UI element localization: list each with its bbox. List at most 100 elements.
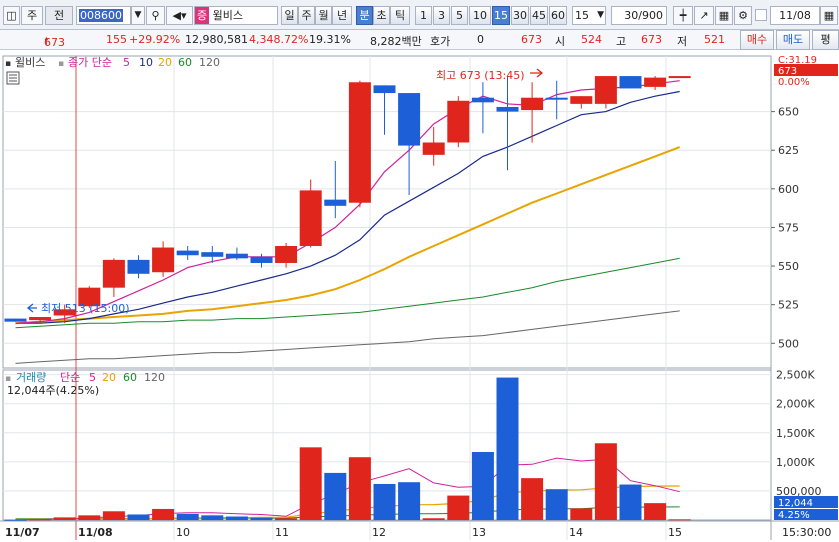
volume-legend-ma60: 60 [123,371,137,384]
period-week[interactable]: 주 [298,6,315,25]
interval-60[interactable]: 60 [549,6,567,25]
grid-icon[interactable]: ▦ [715,6,733,25]
type-select[interactable]: 주 [21,6,43,25]
candle-body [152,247,175,273]
price-tick-label: 625 [778,144,799,157]
volume-ratio: 4,348.72% [249,33,309,46]
candle-body [176,250,199,256]
volume-bar [225,516,248,520]
buy-button[interactable]: 매수 [740,30,774,50]
legend-ma120: 120 [199,56,220,69]
price-change: 155 [106,33,127,46]
volume-bar [102,511,125,520]
volume-bar [373,483,396,520]
interval-10[interactable]: 10 [469,6,491,25]
volume-legend-ma20: 20 [102,371,116,384]
calendar-icon[interactable]: ▦ [820,6,838,25]
volume-tick-label: 1,000K [776,456,815,469]
volume-legend-icon: ▪ [5,374,11,384]
gear-icon[interactable]: ⚙ [734,6,752,25]
code-dropdown-icon[interactable]: ▼ [131,6,145,25]
period-second[interactable]: 초 [373,6,390,25]
legend-ma20: 20 [158,56,172,69]
volume-bar [250,517,273,520]
candle-style-icon[interactable]: ┿ [673,6,693,25]
candle-body [619,76,642,89]
period-year[interactable]: 년 [332,6,352,25]
low-annotation: 최저 513 (15:00) [41,302,130,315]
volume-legend-prefix: 단순 [60,371,80,384]
legend-ma-prefix: 종가 단순 [68,56,112,69]
volume-bar [78,515,101,520]
period-day[interactable]: 일 [281,6,298,25]
volume-bar [29,519,52,521]
price-change-pct: +29.92% [129,33,181,46]
time-tick-label: 15 [668,526,682,539]
high-value: 673 [641,33,662,46]
candle-body [496,106,519,112]
stock-code-input[interactable]: 008600 [76,6,131,25]
volume-tag: 12,044 [778,498,813,509]
low-label: 저 [677,35,688,48]
interval-30[interactable]: 30 [511,6,529,25]
interval-1[interactable]: 1 [415,6,432,25]
volume-bar [521,478,544,520]
interval-45[interactable]: 45 [530,6,548,25]
candle-body [644,77,667,87]
interval-15[interactable]: 15 [492,6,510,25]
chart-menu-icon[interactable]: ▪ [5,59,11,69]
interval-select[interactable]: 15 ▼ [572,6,606,25]
volume-bar [398,482,421,520]
stock-name: 윌비스 [212,9,243,22]
candle-body [225,253,248,259]
interval-3[interactable]: 3 [433,6,450,25]
volume-legend-ma120: 120 [144,371,165,384]
speaker-icon[interactable]: ◀▾ [166,6,193,25]
open-label: 시 [555,35,566,48]
candle-body [275,245,298,263]
price-tick-label: 500 [778,337,799,350]
period-minute[interactable]: 분 [356,6,373,25]
time-tick-label: 10 [176,526,190,539]
low-value: 521 [704,33,725,46]
sell-button[interactable]: 매도 [776,30,810,50]
date-checkbox[interactable] [755,9,767,21]
count-field[interactable]: 30/900 [611,6,667,25]
candle-body [668,76,691,79]
volume-bar [4,519,27,521]
volume-bar [275,518,298,520]
volume-bar [644,503,667,520]
draw-tool-icon[interactable]: ↗ [694,6,714,25]
stock-name-field[interactable]: 증 윌비스 [194,6,278,25]
time-tick-label: 13 [472,526,486,539]
price-chart[interactable]: 650 625 600 575 550 525 500 2,500K 2,000K 1,500K 1… [0,51,839,542]
prev-button[interactable]: 전 [45,6,73,25]
volume-legend-ma5: 5 [89,371,96,384]
interval-5[interactable]: 5 [451,6,468,25]
trade-amount: 8,282백만 [370,35,422,48]
candle-body [471,97,494,103]
price-tick-label: 600 [778,183,799,196]
volume-bar [545,489,568,520]
candle-body [545,97,568,100]
candle-body [348,82,371,203]
candle-body [299,190,322,246]
candle-body [373,85,396,94]
price-tag: 673 [778,66,797,77]
mode-badge: 증 [195,7,210,24]
volume-pct-tag: 4.25% [778,510,810,521]
stock-code-value: 008600 [79,9,123,22]
legend-ma10: 10 [139,56,153,69]
time-tick-label: 11 [275,526,289,539]
volume-bar [594,443,617,520]
date-field[interactable]: 11/08 [770,6,820,25]
period-tick[interactable]: 틱 [390,6,410,25]
legend-stock-name: 윌비스 [15,56,45,69]
time-tick-label: 12 [372,526,386,539]
search-icon[interactable]: ⚲ [146,6,165,25]
volume-bar [422,518,445,520]
grid-layout-icon[interactable]: ◫ [3,6,20,25]
eval-button[interactable]: 평 [812,30,839,50]
current-price: 673 🠕 [44,35,65,49]
period-month[interactable]: 월 [315,6,332,25]
